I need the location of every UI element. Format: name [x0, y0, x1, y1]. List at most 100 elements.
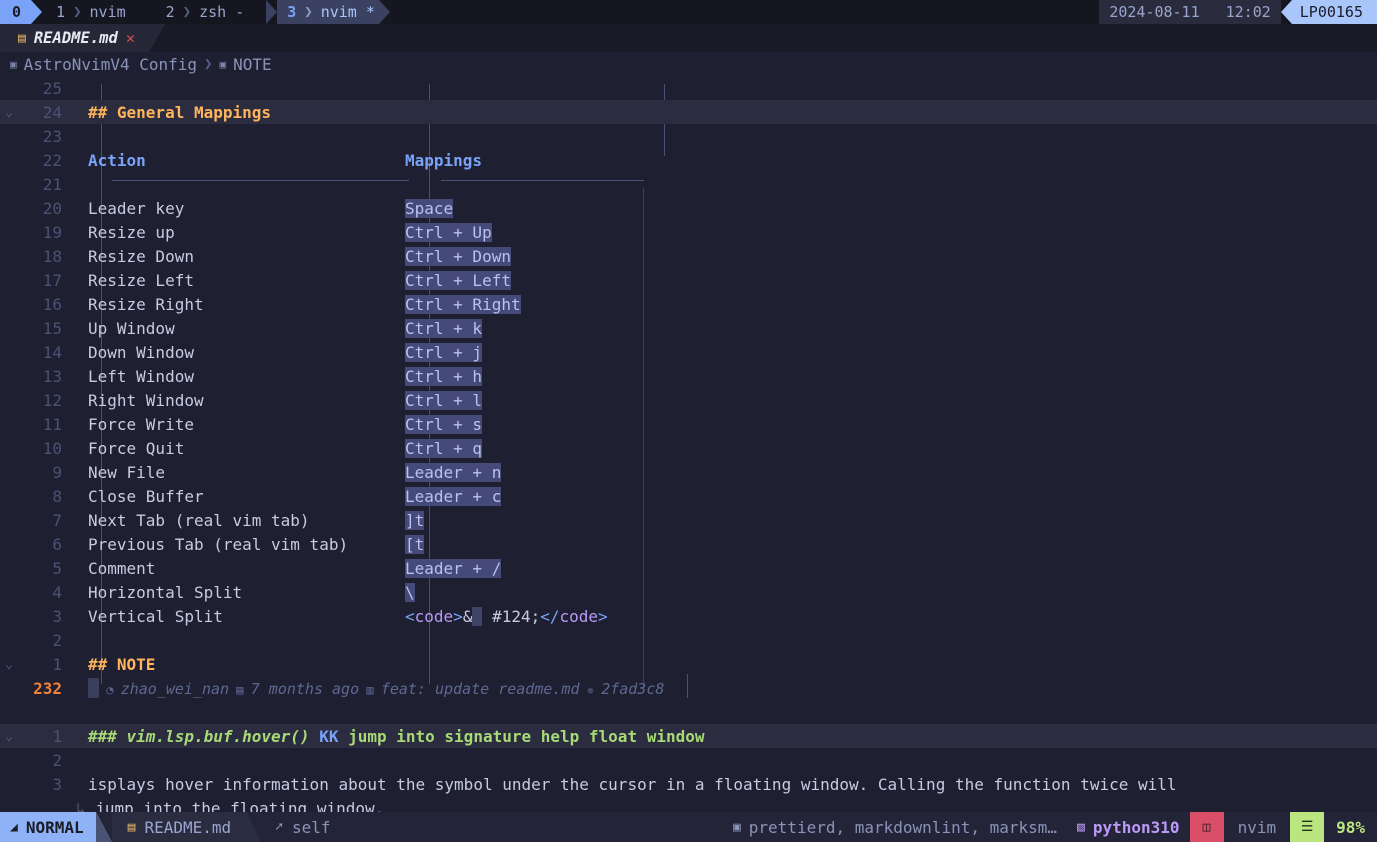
line-number: 2	[52, 630, 62, 650]
tmux-window-3[interactable]: 3 ❯ nvim *	[277, 0, 379, 24]
editor-line[interactable]: 12 Right Window Ctrl + l	[0, 388, 1377, 412]
line-number: 20	[42, 198, 62, 218]
table-cell-action: Previous Tab (real vim tab)	[88, 535, 405, 554]
line-content: Leader key Space	[76, 198, 1377, 218]
commit-hash-icon: ✵	[579, 683, 602, 697]
line-content: isplays hover information about the symb…	[76, 775, 1377, 794]
tmux-session-indicator[interactable]: 0	[0, 0, 32, 24]
line-number: 9	[52, 462, 62, 482]
table-cell-action: Resize Down	[88, 247, 405, 266]
editor-line[interactable]: ⌄ 1 ## NOTE	[0, 652, 1377, 676]
table-cell-action: Resize Right	[88, 295, 405, 314]
buffer-tab-name: README.md	[33, 29, 118, 47]
editor-line[interactable]: 22 Action Mappings	[0, 148, 1377, 172]
lint-icon: ▣	[732, 819, 741, 835]
table-cell-text: Vertical Split	[88, 606, 223, 626]
line-number: 24	[42, 102, 62, 122]
editor-line[interactable]: 18 Resize Down Ctrl + Down	[0, 244, 1377, 268]
close-icon[interactable]: ✕	[126, 29, 135, 47]
editor-line[interactable]: 8 Close Buffer Leader + c	[0, 484, 1377, 508]
table-cell-mapping: Ctrl + q	[405, 438, 483, 458]
tmux-window-2[interactable]: 2 ❯ zsh -	[129, 0, 249, 24]
editor-line[interactable]: 9 New File Leader + n	[0, 460, 1377, 484]
lsp-server-label: nvim	[1237, 817, 1277, 837]
editor-line[interactable]	[0, 700, 1377, 724]
tmux-window-1-name: nvim	[89, 3, 126, 21]
tmux-date: 2024-08-11	[1099, 0, 1210, 24]
editor-line[interactable]: 10 Force Quit Ctrl + q	[0, 436, 1377, 460]
fold-chevron-icon[interactable]: ⌄	[0, 105, 18, 120]
editor-line[interactable]: 4 Horizontal Split \	[0, 580, 1377, 604]
text-cursor	[88, 678, 99, 698]
tmux-window-3-name: nvim *	[320, 3, 375, 21]
editor-line[interactable]: 3 Vertical Split <code>& #124;</code>	[0, 604, 1377, 628]
line-number: 7	[52, 510, 62, 530]
tmux-active-right-arrow-icon	[378, 0, 390, 24]
fold-chevron-icon[interactable]: ⌄	[0, 657, 18, 672]
table-cell-action: Resize Left	[88, 271, 405, 290]
editor-line[interactable]: 13 Left Window Ctrl + h	[0, 364, 1377, 388]
html-tag-bracket: >	[598, 606, 608, 626]
table-cell-action: Close Buffer	[88, 487, 405, 506]
line-content: ↳ jump into the floating window.	[76, 799, 1377, 813]
editor-line[interactable]: 19 Resize up Ctrl + Up	[0, 220, 1377, 244]
table-cell-mapping: Ctrl + k	[405, 318, 483, 338]
editor-line[interactable]: 23	[0, 124, 1377, 148]
html-tag-bracket: >	[453, 606, 463, 626]
editor-line[interactable]: 2	[0, 628, 1377, 652]
editor-area[interactable]: 25 ⌄ 24 ## General Mappings 23 22 Action Mappin…	[0, 76, 1377, 812]
editor-line[interactable]: 7 Next Tab (real vim tab)]t	[0, 508, 1377, 532]
table-cell-mapping: [t	[405, 534, 425, 554]
editor-line[interactable]: 11 Force Write Ctrl + s	[0, 412, 1377, 436]
line-number: 2	[52, 750, 62, 770]
editor-line[interactable]: 16 Resize Right Ctrl + Right	[0, 292, 1377, 316]
entity-amp: &	[462, 606, 473, 626]
table-cell-mapping: Ctrl + Down	[405, 246, 511, 266]
line-content: Resize Down Ctrl + Down	[76, 246, 1377, 266]
table-cell-mapping: Leader + /	[405, 558, 502, 578]
git-branch-label: self	[291, 817, 331, 837]
breadcrumb-item-0[interactable]: AstroNvimV4 Config	[24, 55, 197, 74]
tmux-active-left-arrow-icon	[266, 0, 278, 24]
tmux-window-1[interactable]: 1 ❯ nvim	[42, 0, 130, 24]
line-number: 19	[42, 222, 62, 242]
editor-line[interactable]: 20 Leader key Space	[0, 196, 1377, 220]
tmux-hostname: LP00165	[1291, 0, 1377, 24]
python-env-section[interactable]: ▧ python310	[1067, 812, 1190, 842]
editor-line[interactable]: 2	[0, 748, 1377, 772]
git-blame-virtual-text: ◔ zhao_wei_nan ▤ 7 months ago ▥ feat: up…	[99, 680, 664, 698]
editor-line[interactable]: 21	[0, 172, 1377, 196]
table-cell-text: Close Buffer	[88, 486, 204, 506]
mode-slant-grey-icon	[95, 812, 112, 842]
fold-chevron-icon[interactable]: ⌄	[0, 729, 18, 744]
editor-line[interactable]: 232 ◔ zhao_wei_nan ▤ 7 months ago ▥ feat…	[0, 676, 1377, 700]
table-cell-text: Resize up	[88, 222, 175, 242]
editor-line[interactable]: 14 Down Window Ctrl + j	[0, 340, 1377, 364]
heading-post: jump into signature help float window	[338, 726, 705, 746]
git-branch[interactable]: ➚ self	[261, 812, 345, 842]
editor-line[interactable]: 17 Resize Left Ctrl + Left	[0, 268, 1377, 292]
mode-indicator: ◢ NORMAL	[0, 812, 96, 842]
editor-line[interactable]: ↳ jump into the floating window.	[0, 796, 1377, 813]
tmux-window-2-name: zsh -	[199, 3, 245, 21]
line-number: 4	[52, 582, 62, 602]
folder-icon[interactable]: ◫	[1189, 812, 1224, 842]
editor-line[interactable]: ⌄ 1 ### vim.lsp.buf.hover() KK jump into s…	[0, 724, 1377, 748]
commit-message-icon: ▥	[359, 683, 381, 697]
editor-line[interactable]: 3 isplays hover information about the sym…	[0, 772, 1377, 796]
status-filename[interactable]: ▤ README.md	[111, 812, 248, 842]
breadcrumb-item-1[interactable]: NOTE	[233, 55, 272, 74]
chevron-right-icon: ❯	[204, 56, 213, 72]
editor-line[interactable]: 5 Comment Leader + /	[0, 556, 1377, 580]
lsp-server-section[interactable]: nvim	[1223, 812, 1291, 842]
editor-line[interactable]: ⌄ 24 ## General Mappings	[0, 100, 1377, 124]
file-slant-icon	[247, 812, 262, 842]
editor-line[interactable]: 6 Previous Tab (real vim tab) [t	[0, 532, 1377, 556]
line-content: Close Buffer Leader + c	[76, 486, 1377, 506]
buffer-tab-readme[interactable]: ▤ README.md ✕	[0, 24, 149, 52]
table-cell-action: Up Window	[88, 319, 405, 338]
linters-section[interactable]: ▣ prettierd, markdownlint, marksm…	[722, 812, 1068, 842]
line-number: 23	[42, 126, 62, 146]
editor-line[interactable]: 15 Up Window Ctrl + k	[0, 316, 1377, 340]
editor-line[interactable]: 25	[0, 76, 1377, 100]
